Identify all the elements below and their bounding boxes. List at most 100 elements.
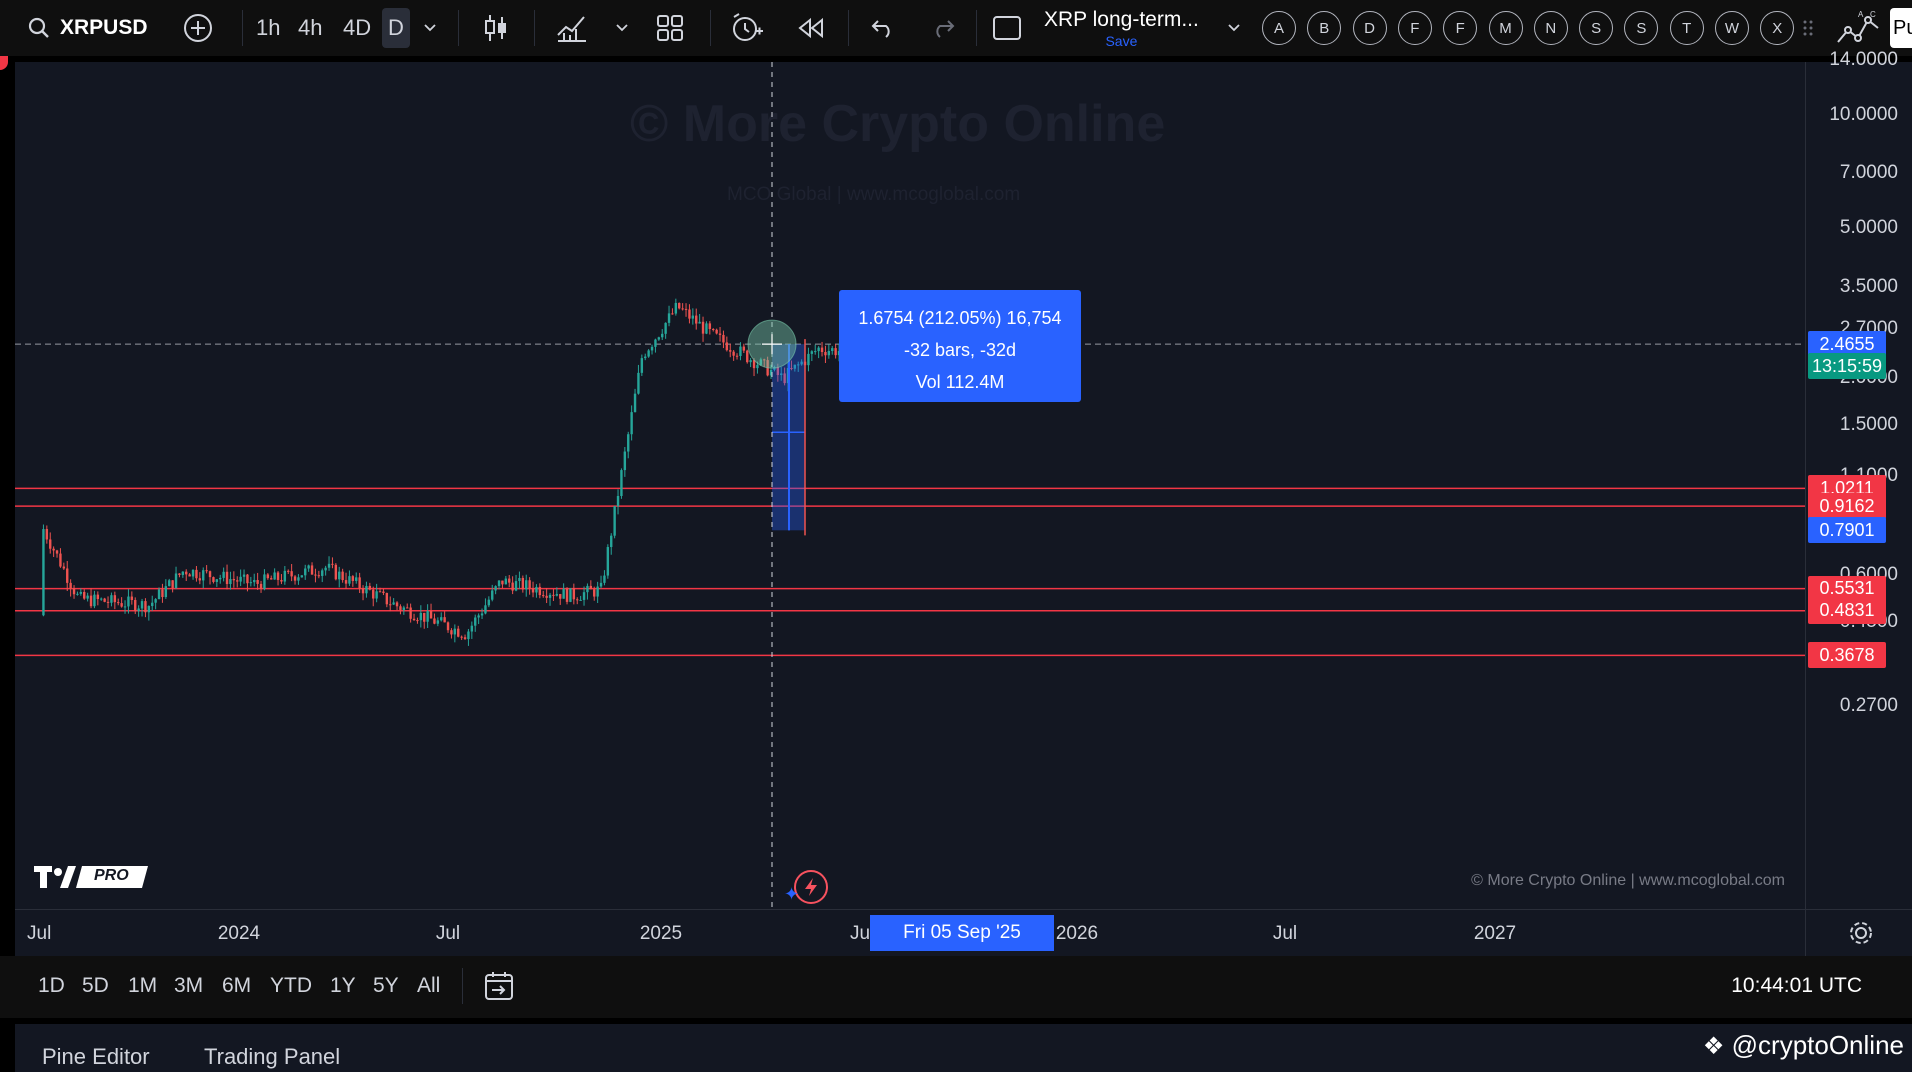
indicators-button[interactable] [556, 8, 588, 48]
gear-icon[interactable] [1848, 920, 1874, 946]
range-button-1y[interactable]: 1Y [330, 974, 356, 998]
compare-button[interactable] [182, 8, 214, 48]
alphabet-button[interactable]: S [1579, 11, 1614, 45]
range-button-5d[interactable]: 5D [82, 974, 109, 998]
interval-dropdown[interactable] [422, 8, 438, 48]
candle-body [535, 586, 538, 593]
alphabet-button[interactable]: F [1397, 11, 1432, 45]
layouts-button[interactable] [656, 8, 684, 48]
candle-body [814, 351, 817, 353]
redo-button[interactable] [930, 8, 956, 48]
candle-body [491, 590, 494, 600]
alarm-clock-icon [733, 13, 763, 41]
candle-type-button[interactable] [482, 8, 510, 48]
candle-body [487, 599, 491, 606]
fullscreen-button[interactable] [992, 8, 1022, 48]
candle-body [729, 350, 732, 352]
candle-body [691, 315, 695, 319]
candle-body [688, 309, 691, 319]
candle-body [484, 605, 487, 614]
range-button-3m[interactable]: 3M [174, 974, 203, 998]
price-tick: 14.0000 [1829, 49, 1898, 70]
tab-pine-editor[interactable]: Pine Editor [42, 1044, 150, 1070]
candle-body [365, 585, 368, 594]
alphabet-button[interactable]: X [1760, 11, 1795, 45]
candle-body [212, 577, 215, 582]
separator [534, 10, 535, 46]
strategy-button[interactable]: AC [1836, 8, 1880, 48]
alphabet-button[interactable]: M [1488, 11, 1523, 45]
candle-body [627, 434, 630, 452]
candle-body [674, 302, 678, 314]
candle-body [195, 569, 198, 579]
interval-1h[interactable]: 1h [256, 8, 280, 48]
publish-label: Pu [1893, 16, 1912, 39]
alphabet-button[interactable]: D [1352, 11, 1387, 45]
alert-button[interactable] [730, 8, 764, 48]
pro-badge: PRO [94, 867, 129, 884]
candle-body [154, 599, 157, 603]
range-button-6m[interactable]: 6M [222, 974, 251, 998]
alphabet-button[interactable]: W [1715, 11, 1749, 45]
candle-body [348, 576, 351, 584]
time-tick: 2026 [1055, 923, 1099, 944]
layout-dropdown[interactable] [1226, 8, 1242, 48]
candle-body [127, 596, 130, 607]
candle-body [423, 612, 426, 622]
candle-body [521, 577, 525, 590]
candle-body [480, 613, 484, 616]
candle-body [579, 599, 582, 601]
candle-body [810, 351, 814, 354]
drag-handle[interactable] [1802, 8, 1814, 48]
tab-trading-panel[interactable]: Trading Panel [204, 1044, 340, 1070]
range-button-ytd[interactable]: YTD [270, 974, 312, 998]
range-button-5y[interactable]: 5Y [373, 974, 399, 998]
candle-body [718, 333, 722, 335]
candle-body [219, 577, 222, 580]
alphabet-button[interactable]: A [1262, 11, 1296, 45]
alphabet-button[interactable]: N [1533, 11, 1568, 45]
candle-body [725, 342, 729, 351]
candle-body [130, 596, 134, 601]
alphabet-button[interactable]: F [1443, 11, 1478, 45]
tradingview-logo[interactable]: PRO [34, 862, 148, 897]
candle-body [494, 586, 497, 591]
goto-date-button[interactable] [482, 970, 516, 1008]
publish-button[interactable]: Pu [1890, 8, 1912, 48]
candle-body [834, 348, 837, 356]
ai-spark-button[interactable] [794, 870, 828, 904]
candle-body [402, 607, 406, 610]
interval-4h[interactable]: 4h [298, 8, 322, 48]
range-button-1d[interactable]: 1D [38, 974, 65, 998]
candle-body [368, 585, 372, 590]
time-tick: Jul [1272, 923, 1298, 944]
interval-d-active[interactable]: D [382, 8, 410, 48]
price-tick: 0.2700 [1839, 695, 1898, 716]
bottom-panel-tabs: Pine Editor Trading Panel [15, 1024, 1912, 1072]
candle-body [242, 574, 246, 577]
candle-body [528, 580, 531, 589]
layout-name-button[interactable]: XRP long-term... Save [1044, 4, 1199, 52]
range-button-1m[interactable]: 1M [128, 974, 157, 998]
candle-body [565, 588, 569, 602]
candle-body [416, 620, 419, 622]
candle-body [596, 586, 599, 597]
candle-body [562, 588, 565, 599]
candle-body [273, 572, 276, 580]
interval-4d[interactable]: 4D [343, 8, 371, 48]
time-tick: Jul [27, 923, 52, 944]
alphabet-button[interactable]: T [1669, 11, 1704, 45]
undo-button[interactable] [870, 8, 896, 48]
symbol-search[interactable]: XRPUSD [26, 8, 148, 48]
alphabet-button[interactable]: S [1624, 11, 1659, 45]
replay-button[interactable] [796, 8, 826, 48]
candle-body [110, 595, 113, 603]
alphabet-button[interactable]: B [1307, 11, 1342, 45]
candle-body [321, 570, 324, 576]
range-button-all[interactable]: All [417, 974, 440, 998]
candle-body [756, 364, 759, 369]
candlestick-chart[interactable] [15, 62, 1805, 909]
indicators-dropdown[interactable] [614, 8, 630, 48]
chart-pane[interactable]: © More Crypto Online MCO Global | www.mc… [15, 62, 1805, 909]
utc-clock[interactable]: 10:44:01 UTC [1731, 974, 1862, 998]
